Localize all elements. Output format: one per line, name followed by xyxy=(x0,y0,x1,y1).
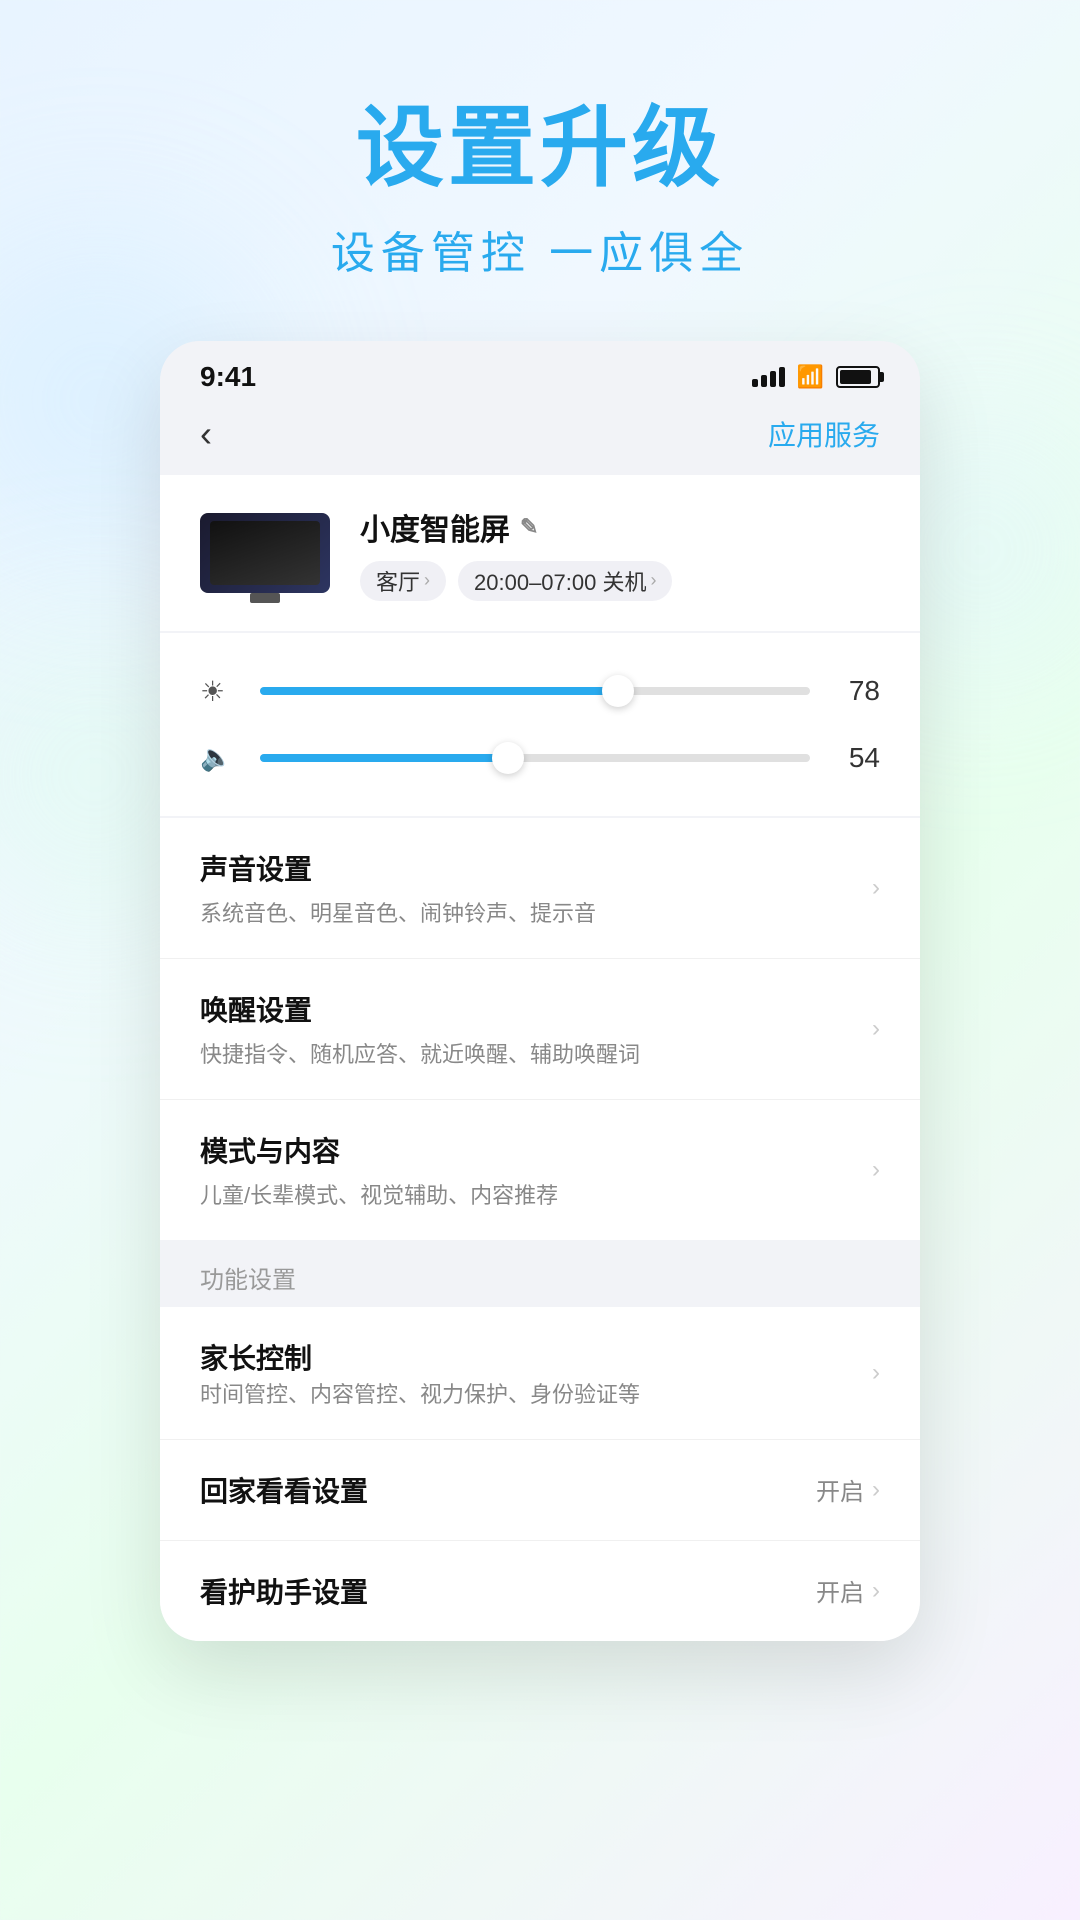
brightness-track[interactable] xyxy=(260,687,810,695)
home-watch-item[interactable]: 回家看看设置 开启 › xyxy=(160,1440,920,1541)
status-time: 9:41 xyxy=(200,361,256,393)
function-section-label: 功能设置 xyxy=(160,1240,920,1305)
care-assistant-status: 开启 › xyxy=(816,1573,880,1608)
volume-icon: 🔈 xyxy=(200,742,240,773)
slider-card: ☀ 78 🔈 54 xyxy=(160,633,920,816)
location-tag[interactable]: 客厅 › xyxy=(360,561,446,601)
sound-settings-arrow: › xyxy=(872,874,880,902)
care-assistant-item[interactable]: 看护助手设置 开启 › xyxy=(160,1541,920,1641)
parental-control-title: 家长控制 xyxy=(200,1337,872,1377)
mode-settings-item[interactable]: 模式与内容 儿童/长辈模式、视觉辅助、内容推荐 › xyxy=(160,1100,920,1240)
volume-value: 54 xyxy=(830,742,880,774)
tv-screen-icon xyxy=(210,521,320,585)
tv-stand-icon xyxy=(250,593,280,603)
feature-section: 家长控制 时间管控、内容管控、视力保护、身份验证等 › 回家看看设置 开启 › … xyxy=(160,1307,920,1641)
status-bar: 9:41 📶 xyxy=(160,341,920,403)
home-watch-arrow: › xyxy=(872,1476,880,1504)
volume-thumb[interactable] xyxy=(492,742,524,774)
care-assistant-status-text: 开启 xyxy=(816,1573,864,1608)
wake-settings-title: 唤醒设置 xyxy=(200,989,872,1029)
app-service-button[interactable]: 应用服务 xyxy=(768,414,880,454)
status-icons: 📶 xyxy=(752,364,880,390)
home-watch-title: 回家看看设置 xyxy=(200,1470,816,1510)
nav-bar: ‹ 应用服务 xyxy=(160,403,920,475)
mode-settings-arrow: › xyxy=(872,1156,880,1184)
sound-settings-item[interactable]: 声音设置 系统音色、明星音色、闹钟铃声、提示音 › xyxy=(160,818,920,959)
battery-icon xyxy=(836,366,880,388)
volume-track[interactable] xyxy=(260,754,810,762)
parental-control-item[interactable]: 家长控制 时间管控、内容管控、视力保护、身份验证等 › xyxy=(160,1307,920,1440)
sound-settings-title: 声音设置 xyxy=(200,848,872,888)
signal-icon xyxy=(752,367,785,387)
edit-icon[interactable]: ✎ xyxy=(520,514,538,540)
device-card: 小度智能屏 ✎ 客厅 › 20:00–07:00 关机 › xyxy=(160,475,920,631)
settings-section: 声音设置 系统音色、明星音色、闹钟铃声、提示音 › 唤醒设置 快捷指令、随机应答… xyxy=(160,818,920,1240)
care-assistant-arrow: › xyxy=(872,1577,880,1605)
device-thumbnail xyxy=(200,513,330,593)
parental-control-desc: 时间管控、内容管控、视力保护、身份验证等 xyxy=(200,1377,872,1409)
brightness-icon: ☀ xyxy=(200,675,240,708)
home-watch-status-text: 开启 xyxy=(816,1472,864,1507)
location-tag-arrow: › xyxy=(424,570,430,591)
sound-settings-desc: 系统音色、明星音色、闹钟铃声、提示音 xyxy=(200,896,872,928)
brightness-row: ☀ 78 xyxy=(200,663,880,720)
wake-settings-desc: 快捷指令、随机应答、就近唤醒、辅助唤醒词 xyxy=(200,1037,872,1069)
volume-row: 🔈 54 xyxy=(200,730,880,786)
schedule-tag[interactable]: 20:00–07:00 关机 › xyxy=(458,561,672,601)
mode-settings-desc: 儿童/长辈模式、视觉辅助、内容推荐 xyxy=(200,1178,872,1210)
wifi-icon: 📶 xyxy=(797,364,824,390)
schedule-tag-arrow: › xyxy=(650,570,656,591)
wake-settings-item[interactable]: 唤醒设置 快捷指令、随机应答、就近唤醒、辅助唤醒词 › xyxy=(160,959,920,1100)
page-header: 设置升级 设备管控 一应俱全 xyxy=(331,100,749,281)
parental-control-arrow: › xyxy=(872,1359,880,1387)
home-watch-status: 开启 › xyxy=(816,1472,880,1507)
wake-settings-arrow: › xyxy=(872,1015,880,1043)
phone-frame: 9:41 📶 ‹ 应用服务 xyxy=(160,341,920,1641)
device-tags: 客厅 › 20:00–07:00 关机 › xyxy=(360,561,880,601)
device-info: 小度智能屏 ✎ 客厅 › 20:00–07:00 关机 › xyxy=(360,505,880,601)
device-name: 小度智能屏 ✎ xyxy=(360,505,880,549)
mode-settings-title: 模式与内容 xyxy=(200,1130,872,1170)
care-assistant-title: 看护助手设置 xyxy=(200,1571,816,1611)
page-subtitle: 设备管控 一应俱全 xyxy=(331,217,749,281)
brightness-value: 78 xyxy=(830,675,880,707)
brightness-thumb[interactable] xyxy=(602,675,634,707)
page-title: 设置升级 xyxy=(331,100,749,197)
back-button[interactable]: ‹ xyxy=(200,413,212,455)
